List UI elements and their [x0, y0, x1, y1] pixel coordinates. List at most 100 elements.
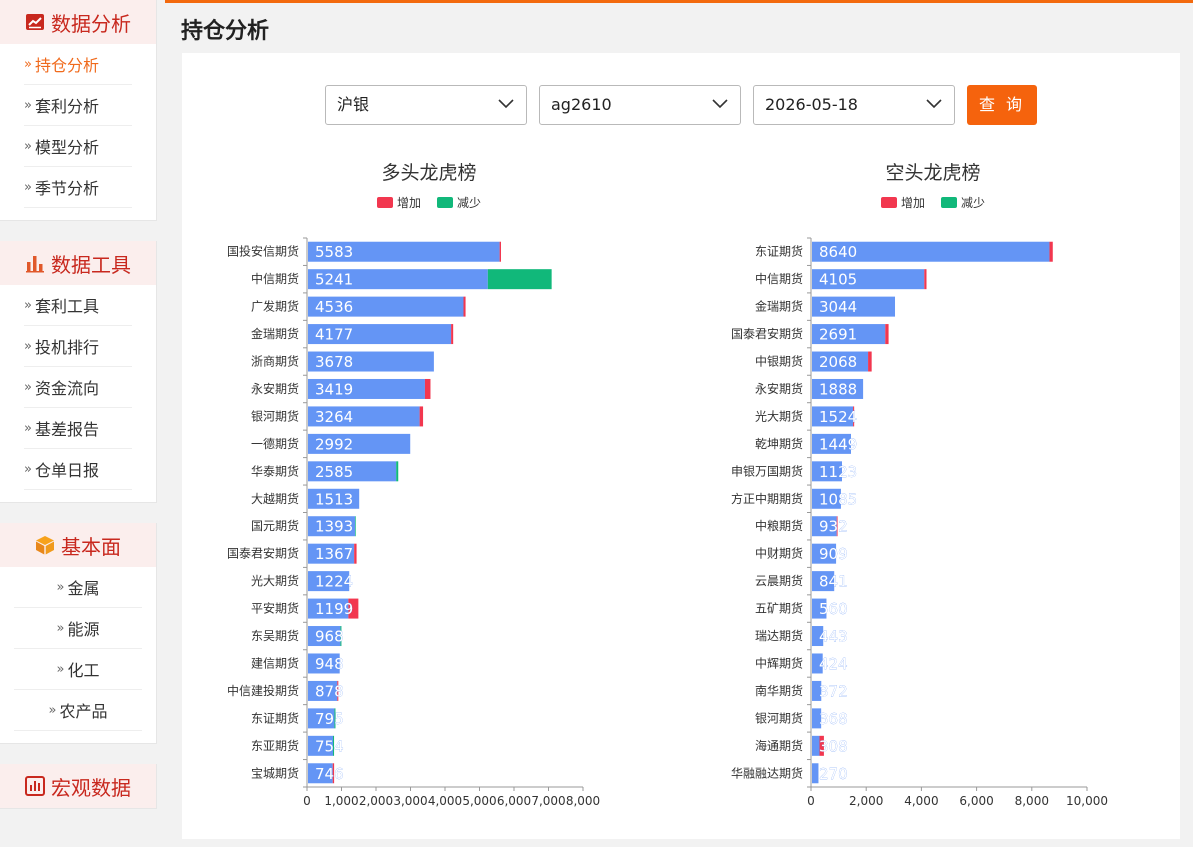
x-tick-label: 4,000 — [428, 794, 462, 808]
double-chevron-icon: » — [24, 379, 32, 395]
sidebar-item-warehouse-daily[interactable]: » 仓单日报 — [24, 449, 132, 490]
y-tick-label: 中财期货 — [755, 546, 803, 561]
bar-increase — [451, 324, 454, 345]
contract-select-value: ag2610 — [551, 95, 612, 114]
data-label: 2068 — [819, 353, 857, 371]
double-chevron-icon: » — [24, 179, 32, 195]
double-chevron-icon: » — [56, 579, 65, 595]
contract-select[interactable]: ag2610 — [539, 85, 741, 125]
x-tick-label: 2,000 — [849, 794, 883, 808]
y-tick-label: 国泰君安期货 — [731, 326, 803, 341]
x-tick-label: 3,000 — [393, 794, 427, 808]
x-tick-label: 10,000 — [1066, 794, 1108, 808]
sidebar-item-speculation-ranking[interactable]: » 投机排行 — [24, 326, 132, 367]
cube-icon — [35, 535, 55, 555]
x-tick-label: 4,000 — [904, 794, 938, 808]
sidebar-item-model-analysis[interactable]: » 模型分析 — [24, 126, 132, 167]
y-tick-label: 东吴期货 — [251, 628, 299, 643]
x-tick-label: 0 — [303, 794, 311, 808]
sidebar-item-label: 仓单日报 — [34, 461, 99, 480]
y-tick-label: 浙商期货 — [251, 354, 299, 369]
sidebar-item-arbitrage-tools[interactable]: » 套利工具 — [24, 285, 132, 326]
query-button[interactable]: 查 询 — [967, 85, 1037, 125]
section-items: » 持仓分析 » 套利分析 » 模型分析 » 季节分析 — [0, 44, 156, 220]
data-label: 3678 — [315, 353, 353, 371]
sidebar-item-label: 基差报告 — [34, 420, 99, 439]
sidebar-item-arbitrage-analysis[interactable]: » 套利分析 — [24, 85, 132, 126]
sidebar-item-energy[interactable]: » 能源 — [14, 608, 142, 649]
y-tick-label: 五矿期货 — [755, 601, 803, 616]
product-select[interactable]: 沪银 — [325, 85, 527, 125]
sidebar-item-label: 模型分析 — [34, 138, 99, 157]
section-header-fundamentals[interactable]: 基本面 — [0, 523, 156, 567]
y-tick-label: 乾坤期货 — [755, 436, 803, 451]
y-tick-label: 建信期货 — [251, 655, 299, 670]
data-label: 754 — [315, 737, 344, 755]
sidebar-item-seasonal-analysis[interactable]: » 季节分析 — [24, 167, 132, 208]
sidebar-item-basis-report[interactable]: » 基差报告 — [24, 408, 132, 449]
bar-increase — [499, 241, 501, 262]
data-label: 1367 — [315, 545, 353, 563]
legend-label-decrease: 减少 — [457, 196, 481, 210]
data-label: 424 — [819, 655, 848, 673]
bar-increase — [424, 378, 431, 399]
section-title: 数据工具 — [51, 252, 131, 277]
line-chart-icon — [25, 12, 45, 32]
data-label: 4536 — [315, 298, 353, 316]
date-select[interactable]: 2026-05-18 — [753, 85, 955, 125]
y-tick-label: 东证期货 — [755, 244, 803, 259]
bar-increase — [1049, 241, 1053, 262]
sidebar-item-label: 套利分析 — [34, 97, 99, 116]
legend-swatch-decrease — [437, 197, 453, 208]
y-tick-label: 大越期货 — [251, 491, 299, 506]
data-label: 841 — [819, 573, 848, 591]
data-label: 1224 — [315, 573, 353, 591]
x-tick-label: 2,000 — [359, 794, 393, 808]
y-tick-label: 方正中期期货 — [731, 491, 803, 506]
data-label: 4177 — [315, 326, 353, 344]
y-tick-label: 华泰期货 — [251, 463, 299, 478]
sidebar-item-label: 持仓分析 — [34, 56, 99, 75]
y-tick-label: 中银期货 — [755, 354, 803, 369]
legend-swatch-increase — [377, 197, 393, 208]
y-tick-label: 中辉期货 — [755, 655, 803, 670]
legend-label-increase: 增加 — [901, 196, 925, 210]
bar-decrease — [396, 461, 399, 482]
double-chevron-icon: » — [24, 338, 32, 354]
x-tick-label: 0 — [807, 794, 815, 808]
sidebar-item-chemicals[interactable]: » 化工 — [14, 649, 142, 690]
y-tick-label: 海通期货 — [755, 738, 803, 753]
section-header-macro[interactable]: 宏观数据 — [0, 764, 156, 808]
section-header-data-tools[interactable]: 数据工具 — [0, 241, 156, 285]
sidebar-item-position-analysis[interactable]: » 持仓分析 — [24, 44, 132, 85]
double-chevron-icon: » — [56, 620, 65, 636]
data-label: 878 — [315, 682, 344, 700]
data-label: 5241 — [315, 271, 353, 289]
sidebar-item-label: 能源 — [67, 620, 100, 639]
y-tick-label: 南华期货 — [755, 683, 803, 698]
double-chevron-icon: » — [24, 420, 32, 436]
y-tick-label: 广发期货 — [251, 299, 299, 314]
sidebar-item-fund-flow[interactable]: » 资金流向 — [24, 367, 132, 408]
double-chevron-icon: » — [24, 461, 32, 477]
data-label: 795 — [315, 710, 344, 728]
sidebar-item-label: 资金流向 — [34, 379, 99, 398]
x-tick-label: 1,000 — [324, 794, 358, 808]
sidebar-item-agriculture[interactable]: » 农产品 — [14, 690, 142, 731]
sidebar-section-macro: 宏观数据 — [0, 764, 157, 809]
bar-decrease — [487, 269, 552, 290]
section-header-data-analysis[interactable]: 数据分析 — [0, 0, 156, 44]
data-label: 4105 — [819, 271, 857, 289]
chart-title: 多头龙虎榜 — [381, 162, 476, 184]
y-tick-label: 国投安信期货 — [227, 244, 299, 259]
y-tick-label: 瑞达期货 — [755, 628, 803, 643]
bar-base — [812, 763, 819, 784]
y-tick-label: 金瑞期货 — [755, 299, 803, 314]
data-label: 2691 — [819, 326, 857, 344]
data-label: 746 — [315, 765, 344, 783]
y-tick-label: 宝城期货 — [251, 765, 299, 780]
stats-icon — [25, 776, 45, 796]
sidebar-item-metals[interactable]: » 金属 — [14, 567, 142, 608]
data-label: 443 — [819, 628, 848, 646]
top-accent-bar — [165, 0, 1193, 3]
